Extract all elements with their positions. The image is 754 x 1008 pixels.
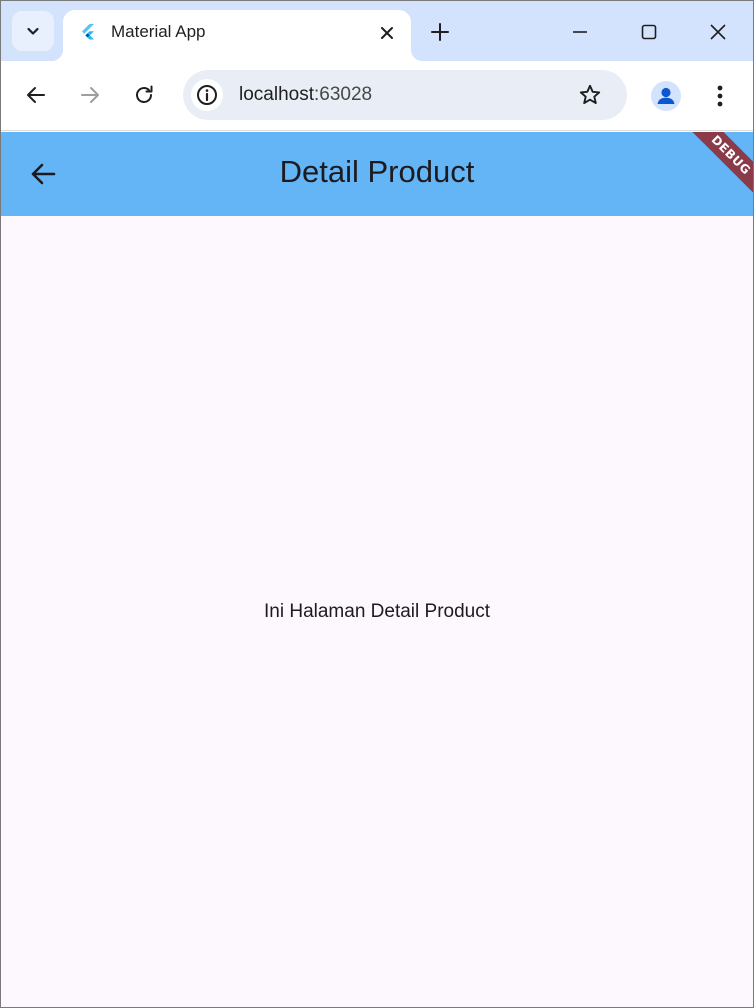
- back-button[interactable]: [22, 81, 50, 109]
- app-bar: Detail Product: [1, 132, 753, 216]
- page-title: Detail Product: [279, 154, 475, 189]
- reload-icon: [136, 85, 153, 103]
- url-text: localhost:63028: [239, 84, 372, 106]
- profile-button[interactable]: [651, 81, 681, 111]
- url-port: :63028: [314, 84, 373, 105]
- forward-button[interactable]: [76, 81, 104, 109]
- reload-button[interactable]: [130, 81, 158, 109]
- app-viewport: Detail Product DEBUG Ini Halaman Detail …: [1, 132, 753, 1007]
- address-bar[interactable]: localhost:63028: [183, 70, 627, 120]
- chevron-down-icon: [27, 27, 39, 35]
- tab-close-button[interactable]: [375, 21, 399, 45]
- info-icon: [197, 85, 217, 105]
- tab-search-button[interactable]: [12, 11, 54, 51]
- close-icon: [381, 27, 393, 39]
- bookmark-button[interactable]: [577, 82, 603, 108]
- browser-window: Material App localhost:63028 Detail Prod…: [0, 0, 754, 1008]
- tab-title: Material App: [111, 22, 206, 41]
- tab-strip: Material App: [1, 1, 753, 61]
- browser-toolbar: localhost:63028: [1, 61, 753, 131]
- browser-menu-button[interactable]: [707, 82, 733, 110]
- maximize-button[interactable]: [636, 19, 662, 45]
- minimize-button[interactable]: [567, 19, 593, 45]
- url-host: localhost: [239, 84, 314, 105]
- body-text: Ini Halaman Detail Product: [264, 601, 490, 622]
- site-info-button[interactable]: [191, 79, 223, 111]
- arrow-left-icon: [27, 87, 45, 103]
- arrow-right-icon: [81, 87, 99, 103]
- tab-material-app[interactable]: Material App: [51, 10, 423, 61]
- minimize-icon: [573, 31, 587, 33]
- star-icon: [579, 84, 601, 105]
- plus-icon: [431, 23, 449, 41]
- new-tab-button[interactable]: [427, 19, 453, 45]
- close-icon: [710, 24, 726, 40]
- flutter-logo-icon: [82, 24, 94, 40]
- maximize-icon: [641, 24, 657, 40]
- person-icon: [657, 87, 675, 104]
- close-window-button[interactable]: [705, 19, 731, 45]
- kebab-icon: [717, 85, 723, 107]
